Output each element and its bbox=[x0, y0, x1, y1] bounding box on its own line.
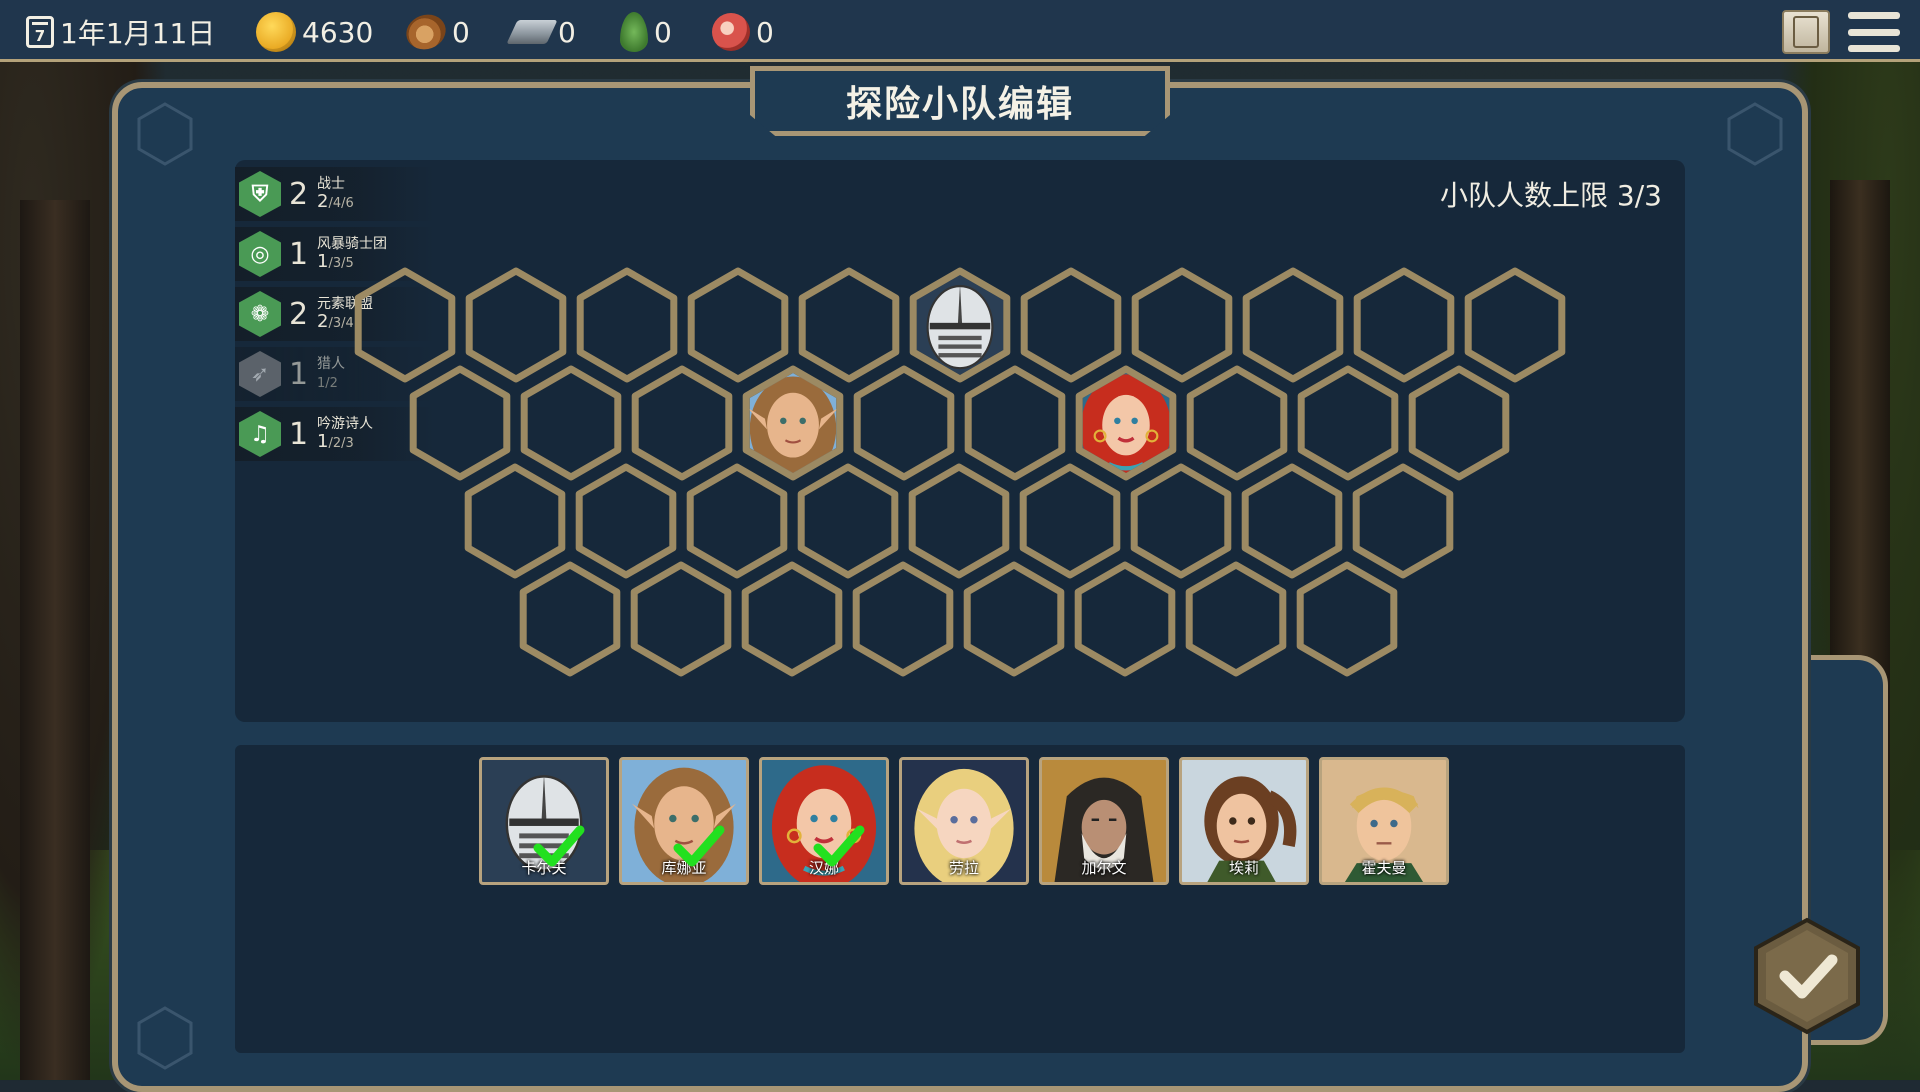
hex-cell[interactable] bbox=[909, 267, 1011, 383]
synergy-info: 吟游诗人 1/2/3 bbox=[317, 415, 373, 453]
synergy-info: 元素联盟 2/3/4 bbox=[317, 295, 373, 333]
meat-amount: 0 bbox=[756, 15, 774, 49]
menu-bar-icon bbox=[1848, 45, 1900, 52]
element-swirl-icon: ❁ bbox=[239, 291, 281, 337]
music-note-icon: ♫ bbox=[239, 411, 281, 457]
synergy-progress: 1/2/3 bbox=[317, 433, 373, 453]
synergy-row[interactable]: ⛨ 2 战士 2/4/6 bbox=[235, 167, 435, 221]
storm-spiral-icon: ◎ bbox=[239, 231, 281, 277]
gold-coin-icon bbox=[256, 12, 296, 52]
synergy-info: 猎人 1/2 bbox=[317, 355, 345, 393]
synergy-count: 1 bbox=[289, 236, 309, 272]
placed-hero-portrait bbox=[926, 283, 994, 370]
panel-title-plate: 探险小队编辑 bbox=[750, 66, 1170, 136]
hero-card[interactable]: 加尔文 bbox=[1039, 757, 1169, 885]
synergy-thresholds: /2/3 bbox=[328, 436, 354, 451]
synergy-thresholds: /4/6 bbox=[328, 196, 354, 211]
hex-ornament-icon bbox=[137, 1006, 193, 1070]
iron-resource: 0 bbox=[506, 10, 576, 54]
iron-ingot-icon bbox=[506, 20, 558, 44]
hunter-bow-icon: ➶ bbox=[239, 351, 281, 397]
synergy-progress: 2/3/4 bbox=[317, 313, 373, 333]
date-text: 1年1月11日 bbox=[60, 17, 216, 50]
synergy-count: 1 bbox=[289, 356, 309, 392]
calendar-icon: 7 bbox=[26, 16, 54, 48]
hex-ornament-icon bbox=[137, 102, 193, 166]
date-display: 7 1年1月11日 bbox=[26, 10, 215, 54]
background-tree-trunk-left bbox=[20, 200, 90, 1080]
main-menu-button[interactable] bbox=[1848, 10, 1900, 54]
synergy-name: 猎人 bbox=[317, 356, 345, 372]
selected-check-icon bbox=[813, 825, 865, 867]
wood-resource: 0 bbox=[401, 9, 470, 55]
synergy-current: 2 bbox=[317, 191, 329, 212]
herb-amount: 0 bbox=[654, 15, 672, 49]
meat-resource: 0 bbox=[712, 10, 774, 54]
hero-name: 加尔文 bbox=[1081, 859, 1127, 877]
selected-check-icon bbox=[533, 825, 585, 867]
synergy-thresholds: 1/2 bbox=[317, 376, 338, 391]
gold-amount: 4630 bbox=[302, 15, 374, 49]
synergy-row[interactable]: ♫ 1 吟游诗人 1/2/3 bbox=[235, 407, 435, 461]
meat-icon bbox=[712, 13, 750, 51]
synergy-thresholds: /3/4 bbox=[328, 316, 354, 331]
hero-card[interactable]: 汉娜 bbox=[759, 757, 889, 885]
synergy-row[interactable]: ❁ 2 元素联盟 2/3/4 bbox=[235, 287, 435, 341]
synergy-info: 战士 2/4/6 bbox=[317, 175, 354, 213]
wood-log-icon bbox=[401, 9, 451, 55]
hero-name: 劳拉 bbox=[948, 859, 979, 877]
hero-card[interactable]: 霍夫曼 bbox=[1319, 757, 1449, 885]
hero-name: 霍夫曼 bbox=[1361, 859, 1407, 877]
synergy-count: 2 bbox=[289, 176, 309, 212]
menu-bar-icon bbox=[1848, 12, 1900, 19]
panel-title: 探险小队编辑 bbox=[845, 84, 1074, 125]
formation-board bbox=[235, 160, 1685, 722]
synergy-current: 1 bbox=[317, 251, 329, 272]
synergy-info: 风暴骑士团 1/3/5 bbox=[317, 235, 387, 273]
party-capacity-label: 小队人数上限 3/3 bbox=[1440, 179, 1662, 212]
hero-name: 埃莉 bbox=[1228, 859, 1259, 877]
top-resource-bar: 7 1年1月11日 4630 0 0 0 0 bbox=[0, 0, 1920, 62]
herb-leaf-icon bbox=[620, 12, 648, 52]
synergy-count: 1 bbox=[289, 416, 309, 452]
synergy-count: 2 bbox=[289, 296, 309, 332]
hero-card[interactable]: 劳拉 bbox=[899, 757, 1029, 885]
synergy-progress: 1/2 bbox=[317, 373, 345, 393]
menu-bar-icon bbox=[1848, 28, 1900, 36]
synergy-current: 2 bbox=[317, 311, 329, 332]
herb-resource: 0 bbox=[620, 10, 672, 54]
confirm-button[interactable] bbox=[1752, 916, 1862, 1036]
synergy-thresholds: /3/5 bbox=[328, 256, 354, 271]
hero-card[interactable]: 库娜亚 bbox=[619, 757, 749, 885]
card-deck-button[interactable] bbox=[1782, 10, 1830, 54]
warrior-armor-icon: ⛨ bbox=[239, 171, 281, 217]
selected-check-icon bbox=[673, 825, 725, 867]
wood-amount: 0 bbox=[452, 15, 470, 49]
hero-card[interactable]: 卡尔夫 bbox=[479, 757, 609, 885]
hex-ornament-icon bbox=[1727, 102, 1783, 166]
card-deck-icon bbox=[1793, 16, 1819, 48]
synergy-current: 1 bbox=[317, 431, 329, 452]
hero-card[interactable]: 埃莉 bbox=[1179, 757, 1309, 885]
synergy-progress: 1/3/5 bbox=[317, 253, 387, 273]
synergy-row[interactable]: ➶ 1 猎人 1/2 bbox=[235, 347, 435, 401]
synergy-progress: 2/4/6 bbox=[317, 193, 354, 213]
iron-amount: 0 bbox=[558, 15, 576, 49]
gold-resource: 4630 bbox=[256, 10, 373, 54]
